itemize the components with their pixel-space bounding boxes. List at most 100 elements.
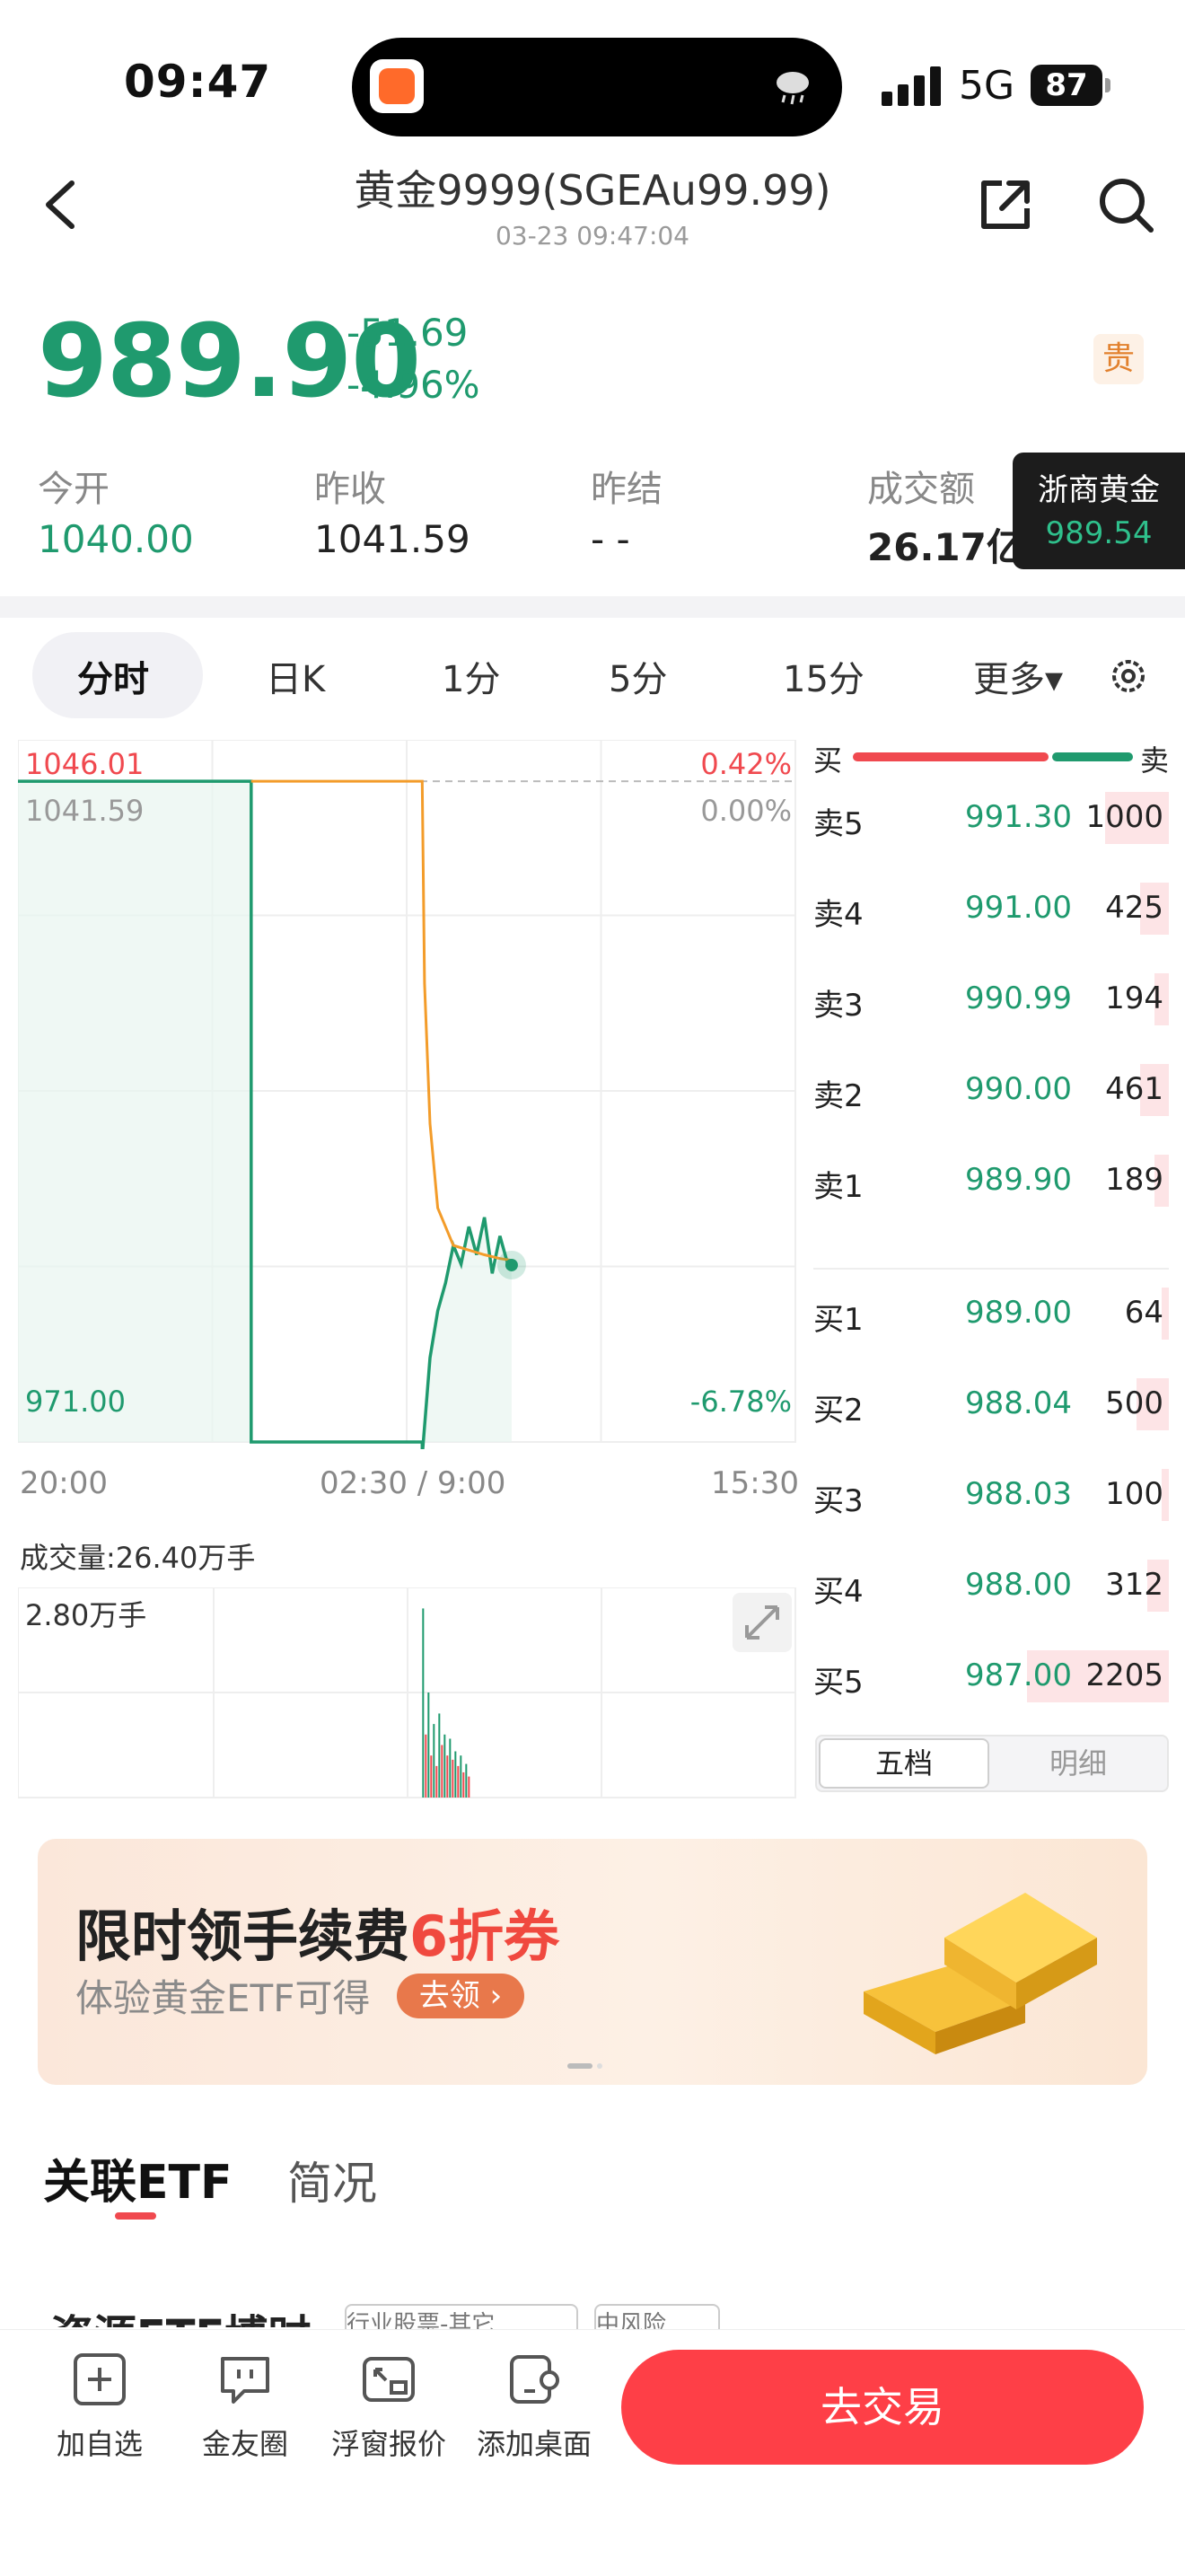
volume-bar [443, 1734, 446, 1798]
related-product-name: 浙商黄金 [1038, 472, 1160, 508]
level-name: 买5 [813, 1665, 864, 1701]
volume-total-label: 成交量:26.40万手 [20, 1541, 256, 1575]
tab-brief[interactable]: 简况 [287, 2148, 377, 2212]
tab-15min[interactable]: 15分 [783, 650, 865, 702]
level-volume: 189 [1105, 1162, 1163, 1198]
x-tick-end: 15:30 [711, 1465, 799, 1501]
section-divider [0, 596, 1185, 618]
y-top-label: 1046.01 [25, 747, 144, 781]
trade-button[interactable]: 去交易 [621, 2350, 1144, 2465]
order-book-toggle: 五档 明细 [815, 1735, 1169, 1792]
ask-row: 卖4 991.00 425 [813, 883, 1169, 936]
level-volume: 500 [1105, 1385, 1163, 1421]
status-time: 09:47 [124, 56, 272, 108]
ask-row: 卖2 990.00 461 [813, 1064, 1169, 1118]
level-price: 991.30 [965, 799, 1072, 835]
level-price: 988.04 [965, 1385, 1072, 1421]
order-book: 买 卖 卖5 991.30 1000 卖4 991.00 425 卖3 990.99 194 卖2… [813, 738, 1169, 1798]
level-volume: 1000 [1085, 799, 1163, 835]
y-ref-label: 1041.59 [25, 794, 144, 828]
intraday-chart[interactable]: 1046.01 1041.59 971.00 0.42% 0.00% -6.78… [18, 740, 799, 1449]
promo-banner[interactable]: 限时领手续费6折券 体验黄金ETF可得 去领 › [38, 1839, 1147, 2085]
volume-bar [422, 1608, 425, 1798]
add-watchlist-label: 加自选 [56, 2427, 143, 2461]
volume-bar [449, 1738, 452, 1798]
promo-claim-button[interactable]: 去领 › [397, 1974, 524, 2018]
gear-icon[interactable] [1106, 654, 1151, 699]
level-name: 买1 [813, 1302, 864, 1338]
tab-1min[interactable]: 1分 [442, 650, 500, 702]
add-desktop-button[interactable]: 添加桌面 [467, 2352, 601, 2463]
level-name: 卖2 [813, 1078, 864, 1114]
price-change-pct: -4.96% [347, 363, 480, 407]
bid-row: 买2 988.04 500 [813, 1378, 1169, 1432]
level-name: 卖3 [813, 988, 864, 1024]
level-price: 991.00 [965, 890, 1072, 926]
battery-level: 87 [1045, 67, 1088, 103]
level-volume: 100 [1105, 1476, 1163, 1512]
promo-highlight: 6折券 [409, 1903, 560, 1969]
level-price: 988.00 [965, 1567, 1072, 1603]
level-price: 989.00 [965, 1295, 1072, 1331]
tab-intraday[interactable]: 分时 [77, 650, 149, 702]
page-title: 黄金9999(SGEAu99.99) [354, 166, 831, 215]
tab-daily-k[interactable]: 日K [266, 650, 325, 702]
prev-close-value: 1041.59 [314, 517, 470, 561]
tab-related-etf[interactable]: 关联ETF [43, 2144, 233, 2211]
signal-icon [882, 66, 941, 106]
buy-ratio-bar [853, 752, 1049, 761]
add-watchlist-button[interactable]: 加自选 [32, 2352, 167, 2463]
bid-row: 买1 989.00 64 [813, 1288, 1169, 1341]
gold-bar-illustration [864, 1893, 1097, 2054]
related-product-price: 989.54 [1045, 515, 1153, 551]
price-area [18, 781, 512, 1449]
chart-marks [18, 779, 526, 1449]
float-quote-button[interactable]: 浮窗报价 [321, 2352, 456, 2463]
level-volume: 64 [1124, 1295, 1163, 1331]
tab-trade-details[interactable]: 明细 [993, 1738, 1163, 1789]
order-book-head-left: 买 [813, 743, 843, 778]
volume-bar [427, 1692, 430, 1798]
tab-five-levels[interactable]: 五档 [819, 1738, 989, 1789]
level-name: 卖1 [813, 1169, 864, 1205]
search-icon[interactable] [1097, 176, 1154, 233]
open-value: 1040.00 [38, 517, 194, 561]
level-name: 买2 [813, 1393, 864, 1429]
community-button[interactable]: 金友圈 [178, 2352, 312, 2463]
volume-bar [430, 1755, 433, 1798]
float-quote-label: 浮窗报价 [330, 2427, 446, 2461]
order-book-head-right: 卖 [1140, 743, 1170, 778]
tab-5min[interactable]: 5分 [609, 650, 667, 702]
price-change: -51.69 [347, 311, 469, 355]
turnover-value: 26.17亿 [867, 525, 1024, 569]
back-icon[interactable] [36, 176, 90, 233]
volume-bar [446, 1755, 449, 1798]
tab-more[interactable]: 更多▾ [973, 650, 1063, 702]
add-square-icon [74, 2353, 126, 2405]
volume-bar [433, 1724, 435, 1798]
level-price: 988.03 [965, 1476, 1072, 1512]
related-product-card[interactable]: 浙商黄金 989.54 [1013, 453, 1185, 569]
bid-row: 买4 988.00 312 [813, 1560, 1169, 1613]
promo-subtitle: 体验黄金ETF可得 [75, 1976, 371, 2020]
pct-ref-label: 0.00% [700, 794, 792, 828]
last-price-dot [505, 1258, 518, 1271]
ask-row: 卖5 991.30 1000 [813, 792, 1169, 846]
open-label: 今开 [38, 469, 110, 510]
chat-bubble-icon [221, 2357, 269, 2404]
pct-top-label: 0.42% [700, 747, 792, 781]
share-icon[interactable] [977, 176, 1034, 233]
turnover-label: 成交额 [867, 469, 975, 510]
level-price: 987.00 [965, 1657, 1072, 1693]
precious-metal-badge: 贵 [1093, 334, 1144, 384]
level-volume: 461 [1105, 1071, 1163, 1107]
etf-list-item-name[interactable]: 资源ETF博时 [50, 2300, 311, 2327]
bottom-action-bar: 加自选 金友圈 浮窗报价 添加桌面 去交易 [0, 2329, 1185, 2576]
sell-ratio-bar [1052, 752, 1133, 761]
level-volume: 425 [1105, 890, 1163, 926]
volume-bar [452, 1759, 454, 1798]
prev-close-label: 昨收 [314, 469, 386, 510]
volume-chart[interactable]: 2.80万手 [18, 1587, 799, 1799]
volume-bar [454, 1751, 457, 1798]
volume-bar [457, 1765, 460, 1798]
